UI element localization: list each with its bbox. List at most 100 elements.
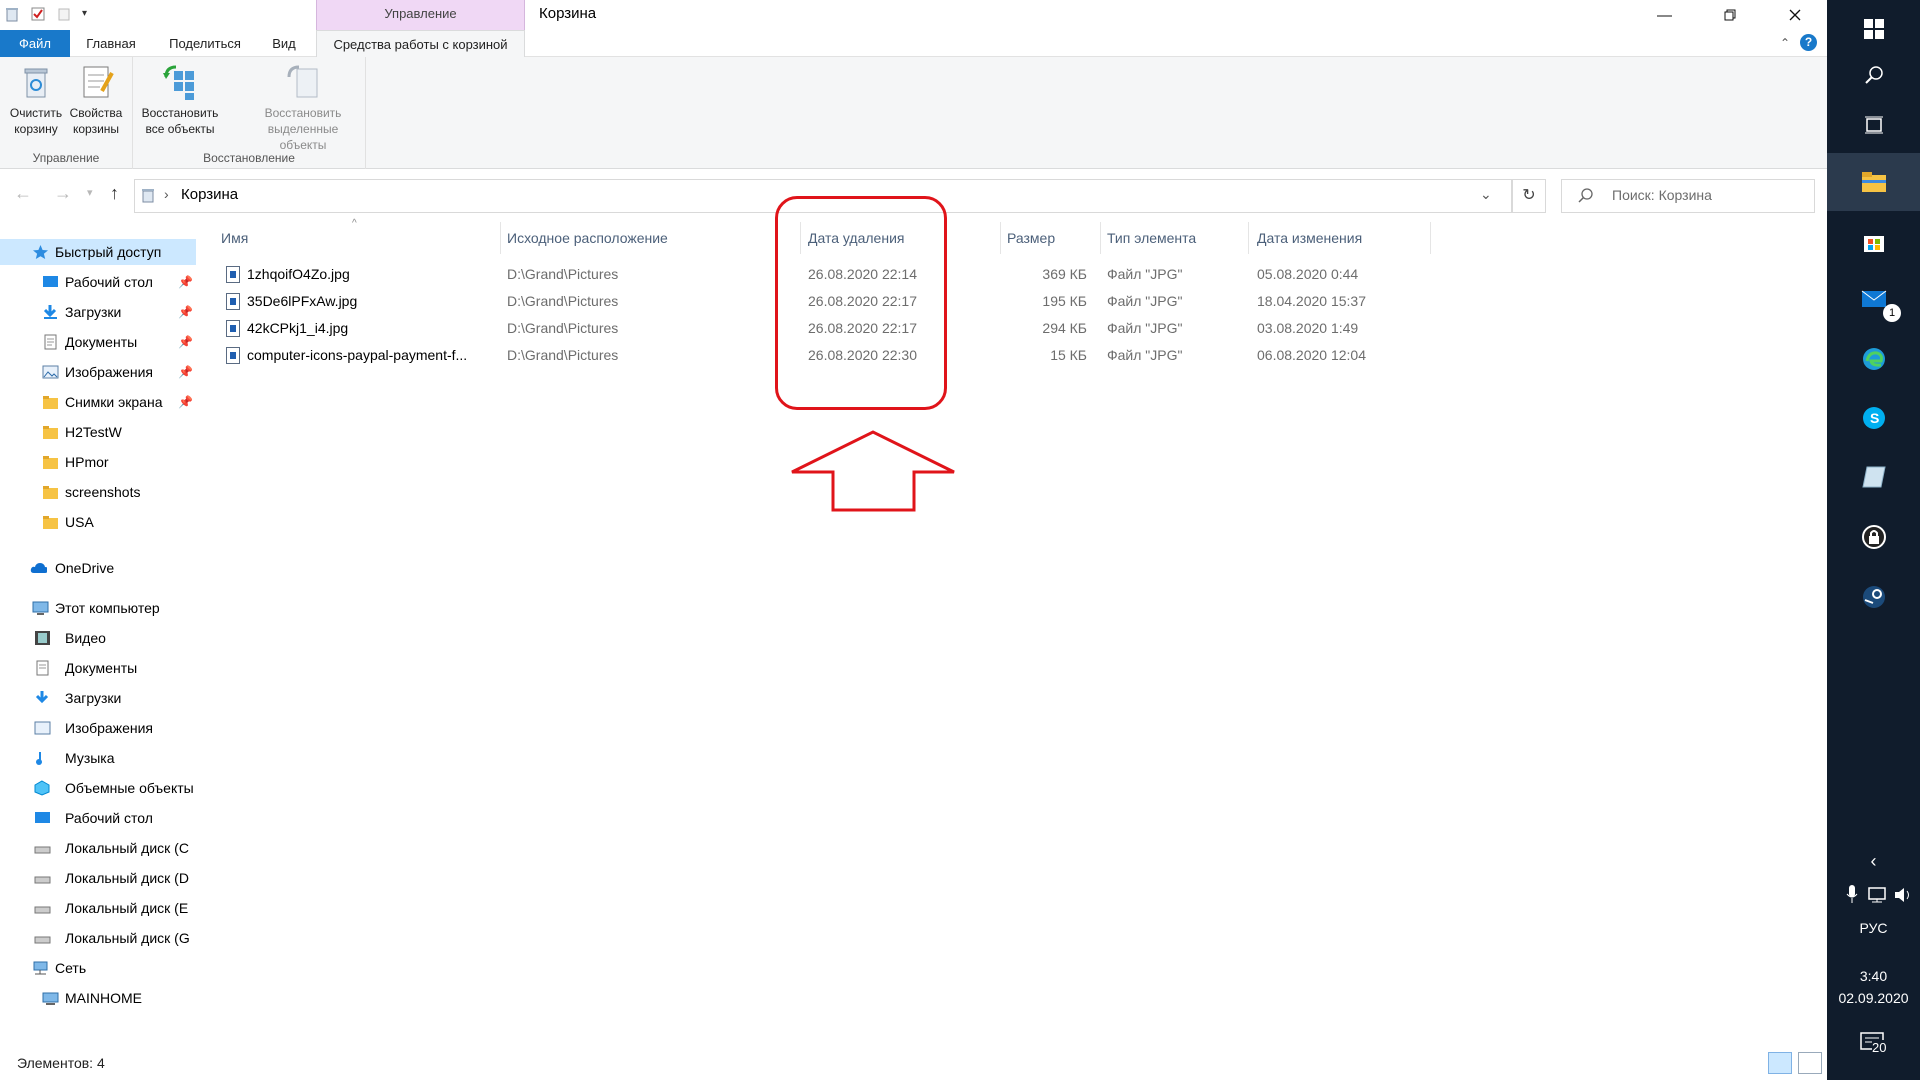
taskbar: 1 S ‹ РУС 3:40 02.09.2020 20 (1827, 0, 1920, 1080)
minimize-button[interactable]: — (1632, 0, 1697, 30)
mail-icon (1861, 290, 1886, 307)
tab-home[interactable]: Главная (78, 30, 144, 57)
show-hidden-icons-button[interactable]: ‹ (1827, 836, 1920, 886)
ribbon-collapse-icon[interactable]: ⌃ (1780, 36, 1790, 50)
disk-icon (34, 936, 51, 944)
file-size: 195 КБ (1042, 293, 1087, 309)
nav-pc-item[interactable]: Загрузки (0, 685, 196, 711)
nav-pc-item[interactable]: Изображения (0, 715, 196, 741)
nav-onedrive[interactable]: OneDrive (0, 555, 196, 581)
restore-button[interactable] (1697, 0, 1762, 30)
qat-dropdown-icon[interactable]: ▾ (82, 6, 92, 22)
steam-taskbar-button[interactable] (1827, 568, 1920, 626)
language-indicator[interactable]: РУС (1827, 920, 1920, 936)
address-dropdown-icon[interactable]: ⌄ (1480, 186, 1492, 203)
nav-quick-item[interactable]: USA (0, 509, 196, 535)
microphone-icon[interactable] (1845, 884, 1859, 907)
clock-date[interactable]: 02.09.2020 (1827, 990, 1920, 1006)
nav-pc-item[interactable]: Локальный диск (G (0, 925, 196, 951)
network-computer-icon (42, 992, 59, 1005)
nav-quick-access[interactable]: Быстрый доступ (0, 239, 196, 265)
help-icon[interactable]: ? (1800, 34, 1817, 51)
pin-icon[interactable]: 📌 (178, 269, 193, 295)
nav-quick-item[interactable]: Документы 📌 (0, 329, 196, 355)
nav-quick-item[interactable]: screenshots (0, 479, 196, 505)
large-icons-view-button[interactable] (1798, 1052, 1822, 1074)
nav-pc-item-label: Локальный диск (C (65, 840, 189, 856)
nav-quick-item[interactable]: HPmor (0, 449, 196, 475)
nav-pc-item-label: Изображения (65, 720, 153, 736)
pin-icon[interactable]: 📌 (178, 389, 193, 415)
file-size: 369 КБ (1042, 266, 1087, 282)
file-explorer-taskbar-button[interactable] (1827, 153, 1920, 211)
task-view-button[interactable] (1827, 96, 1920, 154)
bin-properties-button[interactable]: Свойства корзины (66, 63, 126, 137)
breadcrumb-separator-icon[interactable]: › (164, 186, 169, 202)
pin-icon[interactable]: 📌 (178, 329, 193, 355)
store-taskbar-button[interactable] (1827, 212, 1920, 270)
skype-taskbar-button[interactable]: S (1827, 389, 1920, 447)
action-center-button[interactable]: 20 (1860, 1032, 1887, 1057)
edge-taskbar-button[interactable] (1827, 330, 1920, 388)
store-icon (1863, 236, 1884, 252)
nav-pc-item[interactable]: Локальный диск (C (0, 835, 196, 861)
empty-bin-label-1: Очистить (9, 106, 63, 120)
window-controls: — (1632, 0, 1827, 30)
nav-quick-item[interactable]: H2TestW (0, 419, 196, 445)
column-header-size[interactable]: Размер (1007, 220, 1055, 256)
empty-bin-label-2: корзину (14, 122, 58, 136)
nav-quick-item[interactable]: Изображения 📌 (0, 359, 196, 385)
empty-bin-button[interactable]: Очистить корзину (6, 63, 66, 137)
details-view-button[interactable] (1768, 1052, 1792, 1074)
vpn-taskbar-button[interactable] (1827, 508, 1920, 566)
nav-pc-item[interactable]: Локальный диск (D (0, 865, 196, 891)
new-folder-icon[interactable] (56, 6, 72, 22)
tab-recycle-bin-tools[interactable]: Средства работы с корзиной (316, 30, 525, 58)
address-path[interactable]: Корзина (181, 186, 238, 203)
folder-icon (43, 396, 58, 409)
disk-icon (34, 846, 51, 854)
up-button[interactable]: ↑ (110, 183, 119, 204)
column-header-type[interactable]: Тип элемента (1107, 220, 1196, 256)
clock-time[interactable]: 3:40 (1827, 968, 1920, 984)
nav-quick-item[interactable]: Загрузки 📌 (0, 299, 196, 325)
file-name: computer-icons-paypal-payment-f... (247, 347, 468, 363)
nav-mainhome[interactable]: MAINHOME (0, 985, 196, 1011)
pin-icon[interactable]: 📌 (178, 299, 193, 325)
restore-selected-button[interactable]: Восстановить выделенные объекты (245, 63, 361, 153)
volume-icon[interactable] (1893, 886, 1913, 907)
network-status-icon[interactable] (1867, 886, 1887, 907)
nav-this-pc[interactable]: Этот компьютер (0, 595, 196, 621)
app-taskbar-button[interactable] (1827, 448, 1920, 506)
column-header-location[interactable]: Исходное расположение (507, 220, 668, 256)
close-button[interactable] (1762, 0, 1827, 30)
tab-view[interactable]: Вид (264, 30, 304, 57)
pin-icon[interactable]: 📌 (178, 359, 193, 385)
restore-selected-label-1: Восстановить (264, 106, 342, 120)
nav-pc-item[interactable]: Локальный диск (E (0, 895, 196, 921)
restore-all-button[interactable]: Восстановить все объекты (139, 63, 221, 137)
nav-pc-item[interactable]: Видео (0, 625, 196, 651)
column-header-date-modified[interactable]: Дата изменения (1257, 220, 1362, 256)
nav-quick-access-label: Быстрый доступ (55, 244, 162, 260)
empty-bin-icon (18, 63, 54, 101)
back-button[interactable]: ← (14, 183, 32, 204)
nav-pc-item[interactable]: Документы (0, 655, 196, 681)
nav-pc-item[interactable]: Объемные объекты (0, 775, 196, 801)
search-placeholder: Поиск: Корзина (1612, 187, 1712, 203)
network-icon (33, 961, 48, 975)
nav-quick-item[interactable]: Снимки экрана 📌 (0, 389, 196, 415)
tab-share[interactable]: Поделиться (160, 30, 250, 57)
tab-file[interactable]: Файл (0, 30, 70, 57)
nav-quick-item[interactable]: Рабочий стол 📌 (0, 269, 196, 295)
mail-taskbar-button[interactable]: 1 (1827, 270, 1920, 328)
properties-icon[interactable] (30, 6, 46, 22)
refresh-button[interactable]: ↻ (1512, 179, 1546, 213)
forward-button[interactable]: → (54, 183, 72, 204)
nav-pc-item[interactable]: Рабочий стол (0, 805, 196, 831)
nav-network[interactable]: Сеть (0, 955, 196, 981)
image-file-icon (226, 266, 240, 283)
column-header-name[interactable]: Имя (221, 220, 248, 256)
recent-locations-chevron-icon[interactable]: ▾ (87, 186, 93, 199)
nav-pc-item[interactable]: Музыка (0, 745, 196, 771)
